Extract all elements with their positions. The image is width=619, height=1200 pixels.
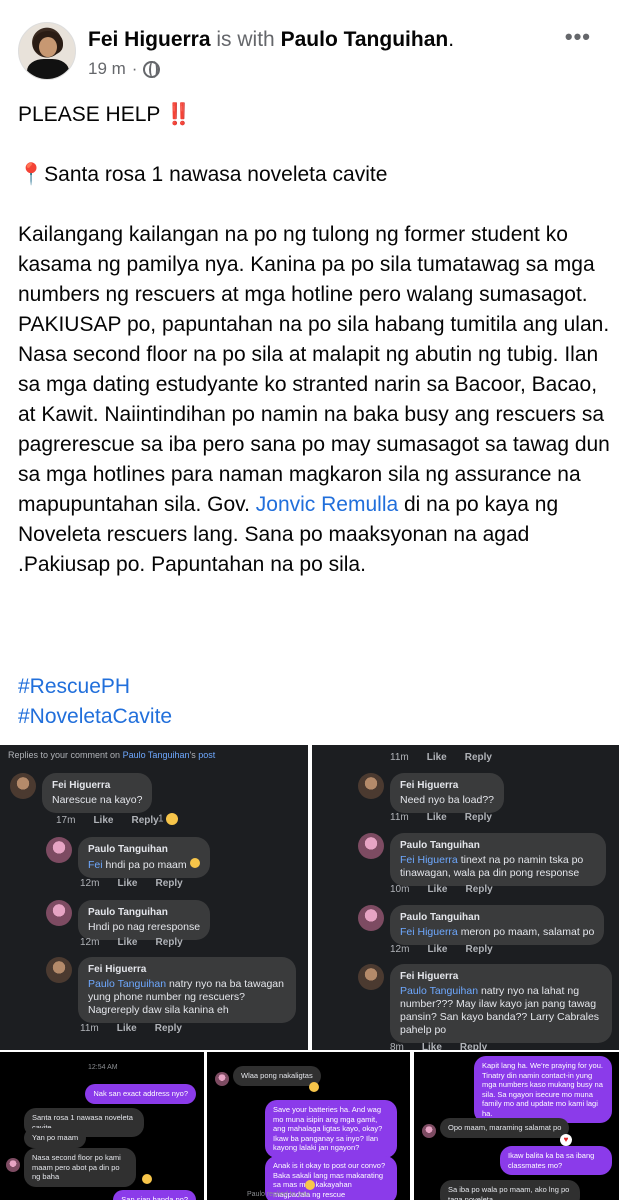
- comment: Fei Higuerra Narescue na kayo?: [10, 773, 153, 813]
- comment-actions: 10m Like Reply: [390, 884, 493, 895]
- avatar: [422, 1124, 436, 1138]
- message-out: Nak san exact address nyo?: [85, 1084, 196, 1104]
- screenshot-messenger-1[interactable]: 12:54 AM Nak san exact address nyo? Sant…: [0, 1052, 204, 1200]
- double-exclamation-icon: ‼️: [165, 103, 193, 126]
- author-avatar[interactable]: [18, 22, 76, 80]
- period: .: [448, 28, 455, 51]
- post-headline: PLEASE HELP ‼️: [18, 100, 613, 130]
- hashtag-rescueph[interactable]: #RescuePH: [18, 672, 172, 702]
- reaction-count[interactable]: 1: [158, 813, 179, 825]
- avatar: [215, 1072, 229, 1086]
- hashtag-noveletacavite[interactable]: #NoveletaCavite: [18, 702, 172, 732]
- pin-icon: 📍: [18, 163, 45, 186]
- post-message: Kailangang kailangan na po ng tulong ng …: [18, 220, 613, 580]
- avatar: [46, 957, 72, 983]
- comment: Paulo Tanguihan Fei Higuerra tinext na po…: [358, 833, 606, 886]
- sad-emoji-icon: [166, 813, 179, 825]
- avatar: [10, 773, 36, 799]
- message-out: San sian banda po?: [113, 1190, 196, 1200]
- meta-separator: ·: [131, 59, 138, 78]
- hashtags: #RescuePH #NoveletaCavite: [18, 672, 172, 732]
- message-out: Kapit lang ha. We're praying for you. Ti…: [474, 1056, 612, 1123]
- message-in: Nasa second floor po kami maam pero abot…: [24, 1148, 136, 1187]
- comment: Fei Higuerra Need nyo ba load??: [358, 773, 504, 813]
- screenshot-comments-2[interactable]: 11m Like Reply Fei Higuerra Need nyo ba loa…: [312, 745, 619, 1050]
- avatar: [358, 905, 384, 931]
- reply-footer: Paulo replied to you: [247, 1191, 309, 1198]
- headline-text: PLEASE HELP: [18, 103, 161, 126]
- message-time: 12:54 AM: [88, 1064, 118, 1071]
- author-name[interactable]: Fei Higuerra: [88, 28, 211, 51]
- comment-actions: 11m Like Reply: [390, 812, 492, 823]
- screenshot-comments-1[interactable]: Replies to your comment on Paulo Tanguih…: [0, 745, 308, 1050]
- comment-actions: 11m Like Reply: [390, 752, 492, 763]
- comment: Paulo Tanguihan Fei hndi pa po maam: [46, 837, 210, 878]
- post-location: 📍Santa rosa 1 nawasa noveleta cavite: [18, 160, 613, 190]
- location-text: Santa rosa 1 nawasa noveleta cavite: [44, 163, 388, 186]
- avatar: [6, 1158, 20, 1172]
- mention-link[interactable]: Jonvic Remulla: [256, 493, 398, 516]
- emoji-icon: [305, 1180, 315, 1190]
- avatar: [46, 837, 72, 863]
- reply-header: Replies to your comment on Paulo Tanguih…: [8, 750, 216, 760]
- globe-icon: [143, 60, 161, 78]
- comment: Paulo Tanguihan Fei Higuerra meron po maa…: [358, 905, 605, 945]
- message-in: Wlaa pong nakaligtas: [233, 1066, 321, 1086]
- post-meta: 19 m ·: [88, 59, 161, 79]
- heart-icon: ♥: [560, 1134, 572, 1146]
- comment-actions: 17m Like Reply: [56, 815, 159, 826]
- post-time[interactable]: 19 m: [88, 59, 126, 79]
- with-text: is with: [216, 28, 275, 51]
- emoji-icon: [309, 1082, 319, 1092]
- post-body: PLEASE HELP ‼️ 📍Santa rosa 1 nawasa nove…: [18, 100, 613, 610]
- post-header: Fei Higuerra is with Paulo Tanguihan. 19…: [0, 0, 619, 90]
- comment-actions: 12m Like Reply: [80, 878, 183, 889]
- post-author-line: Fei Higuerra is with Paulo Tanguihan.: [88, 27, 454, 53]
- screenshot-messenger-2[interactable]: Wlaa pong nakaligtas Save your batteries…: [207, 1052, 410, 1200]
- message-in: Opo maam, maraming salamat po: [440, 1118, 570, 1138]
- message-text-a: Kailangang kailangan na po ng tulong ng …: [18, 223, 610, 516]
- message-out: Ikaw balita ka ba sa ibang classmates mo…: [500, 1146, 612, 1175]
- avatar: [358, 964, 384, 990]
- emoji-icon: [142, 1174, 152, 1184]
- avatar: [46, 900, 72, 926]
- screenshot-messenger-3[interactable]: Kapit lang ha. We're praying for you. Ti…: [414, 1052, 619, 1200]
- comment-actions: 8m Like Reply: [390, 1042, 488, 1050]
- more-options-icon[interactable]: •••: [565, 24, 591, 50]
- comment: Paulo Tanguihan Hndi po nag reresponse: [46, 900, 211, 940]
- message-in: Sa iba po wala po maam, ako lng po taga …: [440, 1180, 580, 1200]
- avatar: [358, 833, 384, 859]
- tagged-name[interactable]: Paulo Tanguihan: [281, 28, 449, 51]
- comment: Fei Higuerra Paulo Tanguihan natry nyo na…: [358, 964, 612, 1043]
- comment-actions: 11m Like Reply: [80, 1023, 182, 1034]
- message-out: Save your batteries ha. And wag mo muna …: [265, 1100, 397, 1158]
- message-in: Yan po maam: [24, 1128, 87, 1148]
- comment: Fei Higuerra Paulo Tanguihan natry nyo na…: [46, 957, 296, 1023]
- comment-actions: 12m Like Reply: [80, 937, 183, 948]
- comment-actions: 12m Like Reply: [390, 944, 493, 955]
- avatar: [358, 773, 384, 799]
